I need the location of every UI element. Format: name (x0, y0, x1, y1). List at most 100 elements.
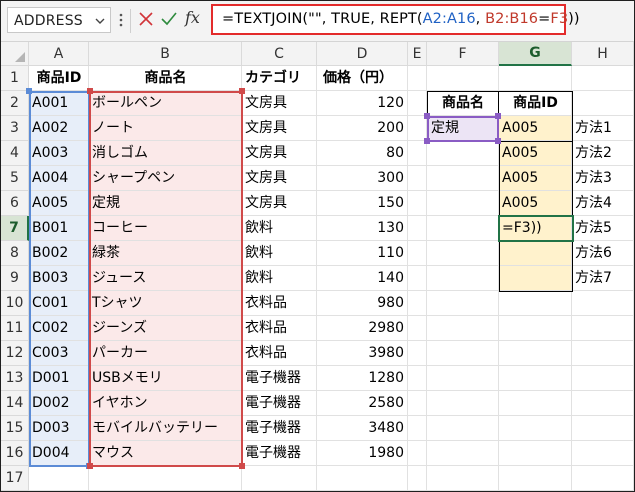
cell-product-price[interactable]: 2580 (317, 391, 408, 416)
formula-equals: = (538, 11, 551, 27)
formula-comma: , (475, 11, 486, 27)
chevron-down-icon[interactable] (95, 17, 105, 25)
formula-prefix: =TEXTJOIN("", TRUE, REPT( (222, 11, 423, 27)
select-all-corner[interactable] (1, 42, 29, 66)
header-name[interactable]: 商品名 (89, 66, 242, 91)
column-header-h[interactable]: H (572, 42, 634, 66)
cell-product-category[interactable]: 衣料品 (242, 341, 317, 366)
method-label[interactable]: 方法1 (572, 116, 634, 141)
range-b-handle[interactable] (239, 88, 245, 94)
column-header-c[interactable]: C (242, 42, 317, 66)
row-header-13[interactable]: 13 (1, 366, 29, 391)
formula-input[interactable]: =TEXTJOIN("", TRUE, REPT(A2:A16, B2:B16=… (211, 4, 580, 35)
row-header-2[interactable]: 2 (1, 91, 29, 116)
name-box-value: ADDRESS (14, 13, 83, 29)
cell-product-category[interactable]: 飲料 (242, 216, 317, 241)
cell-product-price[interactable]: 150 (317, 191, 408, 216)
excel-window: ADDRESS fx =TEXTJOIN("", TRUE, REPT(A2:A… (0, 0, 635, 492)
cell-product-price[interactable]: 130 (317, 216, 408, 241)
column-header-b[interactable]: B (89, 42, 242, 66)
insert-function-icon[interactable]: fx (185, 8, 200, 27)
column-header-e[interactable]: E (408, 42, 427, 66)
cell-product-category[interactable]: 電子機器 (242, 441, 317, 466)
cell-product-category[interactable]: 文房具 (242, 116, 317, 141)
ref-f3-handle[interactable] (495, 113, 501, 119)
enter-check-icon[interactable] (161, 12, 177, 26)
formula-suffix: )) (568, 11, 580, 27)
cell-product-price[interactable]: 80 (317, 141, 408, 166)
cell-product-price[interactable]: 140 (317, 266, 408, 291)
row-header-3[interactable]: 3 (1, 116, 29, 141)
cell-product-price[interactable]: 2980 (317, 316, 408, 341)
cell-product-price[interactable]: 200 (317, 116, 408, 141)
range-a-handle[interactable] (26, 88, 32, 94)
method-label[interactable]: 方法5 (572, 216, 634, 241)
cell-product-price[interactable]: 1980 (317, 441, 408, 466)
cell-product-category[interactable]: 文房具 (242, 166, 317, 191)
cell-product-category[interactable]: 電子機器 (242, 366, 317, 391)
cell-product-price[interactable]: 1280 (317, 366, 408, 391)
row-header-9[interactable]: 9 (1, 266, 29, 291)
cell-product-price[interactable]: 980 (317, 291, 408, 316)
cell-product-price[interactable]: 120 (317, 91, 408, 116)
cell-product-category[interactable]: 電子機器 (242, 391, 317, 416)
column-header-g[interactable]: G (499, 42, 572, 66)
row-header-5[interactable]: 5 (1, 166, 29, 191)
range-b-handle[interactable] (87, 88, 93, 94)
cell-product-category[interactable]: 衣料品 (242, 291, 317, 316)
row-header-15[interactable]: 15 (1, 416, 29, 441)
ref-f3-border (427, 116, 499, 142)
gridline-horizontal (29, 490, 634, 491)
header-price[interactable]: 価格（円） (317, 66, 408, 91)
row-header-4[interactable]: 4 (1, 141, 29, 166)
formula-text: =TEXTJOIN("", TRUE, REPT(A2:A16, B2:B16=… (222, 11, 580, 27)
more-options-icon[interactable] (119, 12, 123, 28)
row-header-8[interactable]: 8 (1, 241, 29, 266)
active-cell-g7[interactable] (498, 215, 574, 242)
row-header-14[interactable]: 14 (1, 391, 29, 416)
cell-product-category[interactable]: 電子機器 (242, 416, 317, 441)
row-header-17[interactable]: 17 (1, 466, 29, 491)
column-header-f[interactable]: F (427, 42, 499, 66)
cell-product-price[interactable]: 300 (317, 166, 408, 191)
ref-f3-handle[interactable] (424, 138, 430, 144)
row-header-7[interactable]: 7 (1, 216, 29, 241)
method-label[interactable]: 方法6 (572, 241, 634, 266)
header-id[interactable]: 商品ID (29, 66, 89, 91)
formula-ref-range-b: B2:B16 (485, 11, 539, 27)
row-header-12[interactable]: 12 (1, 341, 29, 366)
worksheet-grid[interactable]: A B C D E F G H 1 2 3 4 5 6 7 8 9 10 11 12 13 14 15 16 1… (1, 42, 634, 491)
range-a-border (29, 91, 90, 467)
range-b-handle[interactable] (239, 463, 245, 469)
method-label[interactable]: 方法4 (572, 191, 634, 216)
method-label[interactable]: 方法3 (572, 166, 634, 191)
cell-product-category[interactable]: 飲料 (242, 266, 317, 291)
range-b-handle[interactable] (87, 463, 93, 469)
column-header-d[interactable]: D (317, 42, 408, 66)
ref-f3-handle[interactable] (495, 138, 501, 144)
name-box[interactable]: ADDRESS (7, 7, 111, 33)
cell-product-price[interactable]: 3480 (317, 416, 408, 441)
formula-ref-f3: F3 (550, 11, 569, 27)
range-b-border (89, 91, 243, 467)
header-category[interactable]: カテゴリ (242, 66, 317, 91)
cell-product-category[interactable]: 文房具 (242, 91, 317, 116)
cell-product-category[interactable]: 飲料 (242, 241, 317, 266)
row-header-1[interactable]: 1 (1, 66, 29, 91)
method-label[interactable]: 方法7 (572, 266, 634, 291)
ref-f3-handle[interactable] (424, 113, 430, 119)
column-header-a[interactable]: A (29, 42, 89, 66)
formula-bar-divider (130, 9, 131, 33)
method-label[interactable]: 方法2 (572, 141, 634, 166)
cell-product-price[interactable]: 110 (317, 241, 408, 266)
cell-product-category[interactable]: 衣料品 (242, 316, 317, 341)
cell-product-category[interactable]: 文房具 (242, 191, 317, 216)
cell-product-category[interactable]: 文房具 (242, 141, 317, 166)
row-header-16[interactable]: 16 (1, 441, 29, 466)
cancel-icon[interactable] (139, 12, 153, 26)
row-header-6[interactable]: 6 (1, 191, 29, 216)
select-all-icon (15, 52, 25, 62)
row-header-10[interactable]: 10 (1, 291, 29, 316)
row-header-11[interactable]: 11 (1, 316, 29, 341)
cell-product-price[interactable]: 3980 (317, 341, 408, 366)
